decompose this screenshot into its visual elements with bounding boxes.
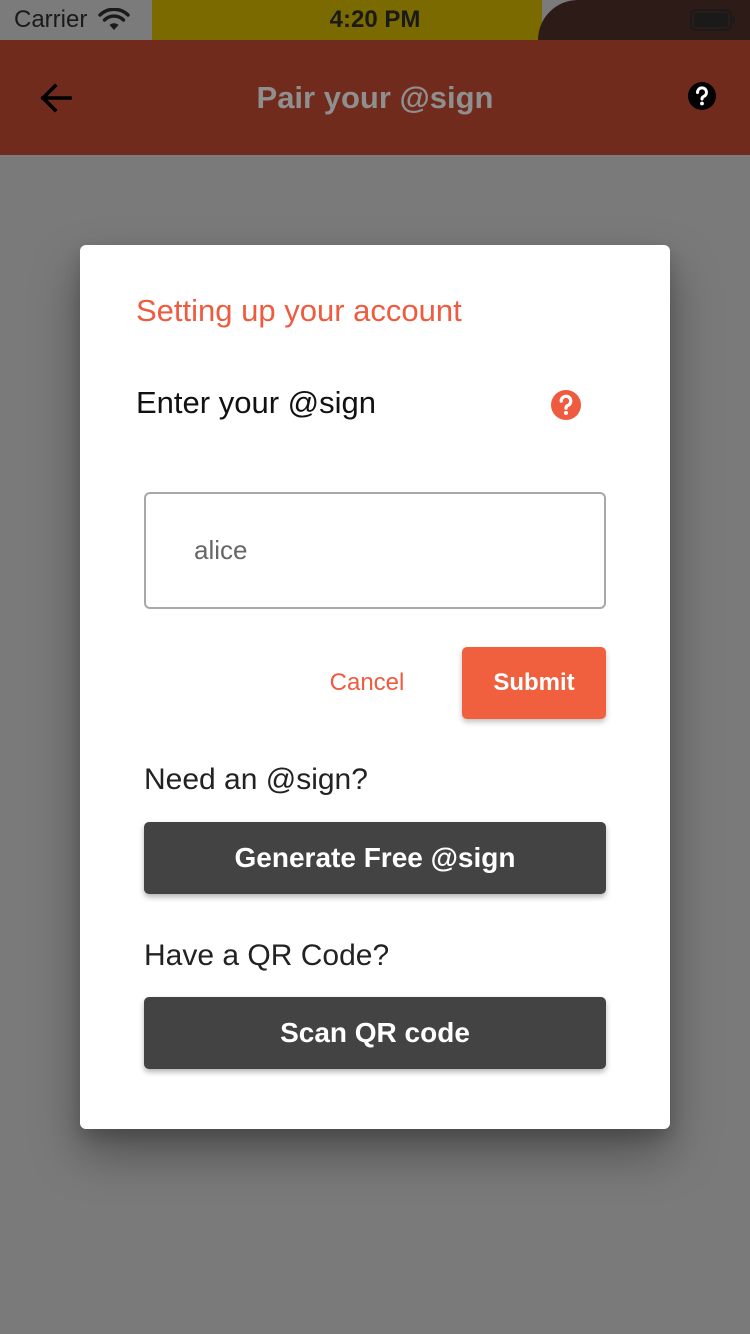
help-circle-icon[interactable] [687,81,717,111]
dialog-title: Setting up your account [136,293,462,328]
scan-qr-button[interactable]: Scan QR code [144,997,606,1069]
app-bar: Pair your @sign [0,40,750,155]
submit-button[interactable]: Submit [462,647,606,719]
generate-free-sign-button[interactable]: Generate Free @sign [144,822,606,894]
cancel-button[interactable]: Cancel [302,647,432,719]
setup-dialog: Setting up your account Enter your @sign… [80,245,670,1129]
have-qr-label: Have a QR Code? [144,939,390,972]
battery-icon [690,9,735,31]
arrow-left-icon[interactable] [36,78,76,118]
status-time: 4:20 PM [329,6,421,33]
status-bar: Carrier 4:20 PM [0,0,750,40]
need-sign-label: Need an @sign? [144,763,368,796]
atsign-field-label: Enter your @sign [136,385,376,420]
help-circle-icon[interactable] [550,389,582,421]
page-title: Pair your @sign [256,80,494,115]
atsign-input[interactable] [144,492,606,609]
